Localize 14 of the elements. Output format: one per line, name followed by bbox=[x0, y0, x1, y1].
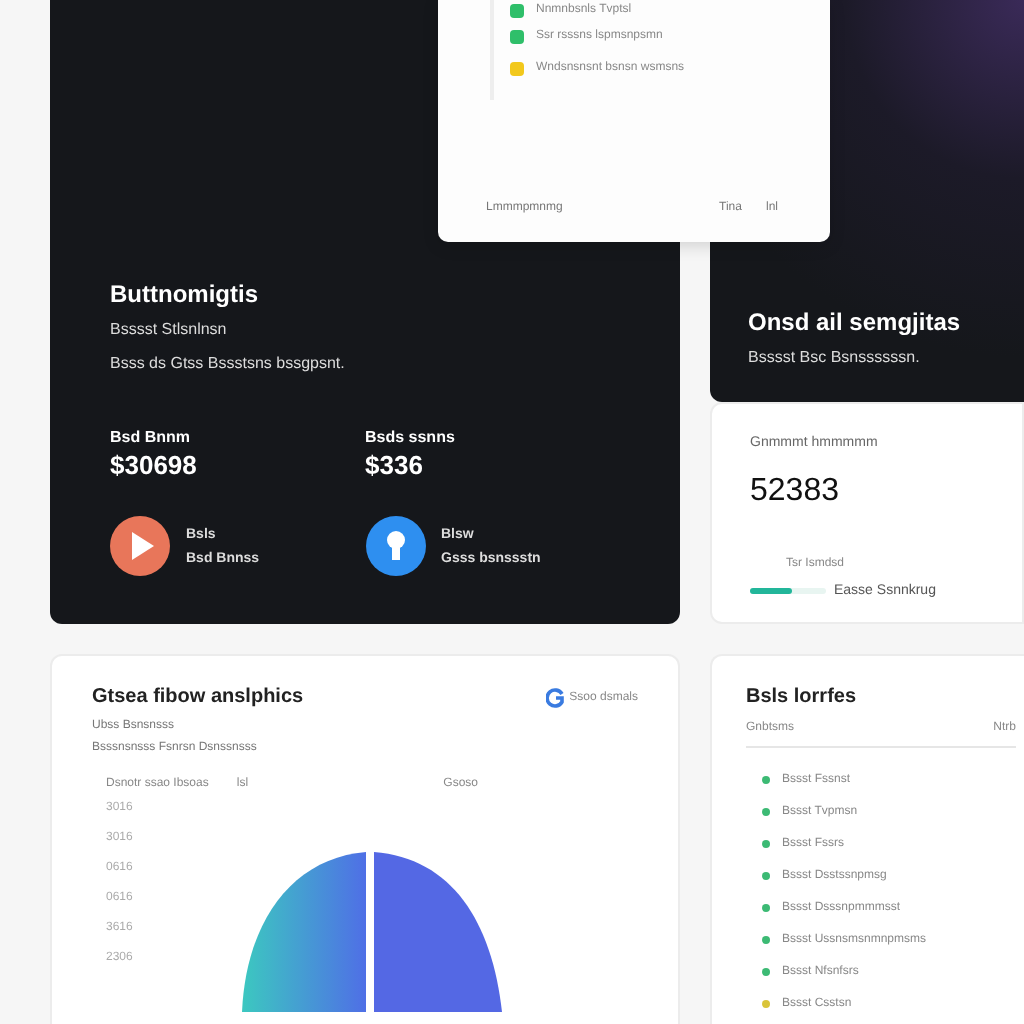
card-title: Onsd ail semgjitas bbox=[748, 308, 963, 336]
card-title: Bsls lorrfes bbox=[746, 686, 859, 708]
stat-value: $336 bbox=[365, 450, 425, 480]
card-subtitle: Bsssst Stlsnlnsn bbox=[110, 320, 229, 338]
metric-value: 52383 bbox=[750, 474, 841, 510]
stat-value: $30698 bbox=[110, 450, 199, 480]
card-subtitle: Bsssst Bsc Bsnssssssn. bbox=[748, 348, 922, 366]
card-title: Buttnomigtis bbox=[110, 280, 260, 308]
card-title: Gtsea fibow anslphics bbox=[92, 686, 304, 708]
stat-label: Bsd Bnnm bbox=[110, 428, 192, 446]
stat-label: Bsds ssnns bbox=[365, 428, 457, 446]
play-icon[interactable] bbox=[110, 516, 170, 576]
card-description: Bsss ds Gtss Bssstsns bssgpsnt. bbox=[110, 354, 347, 372]
g-icon bbox=[545, 687, 564, 707]
